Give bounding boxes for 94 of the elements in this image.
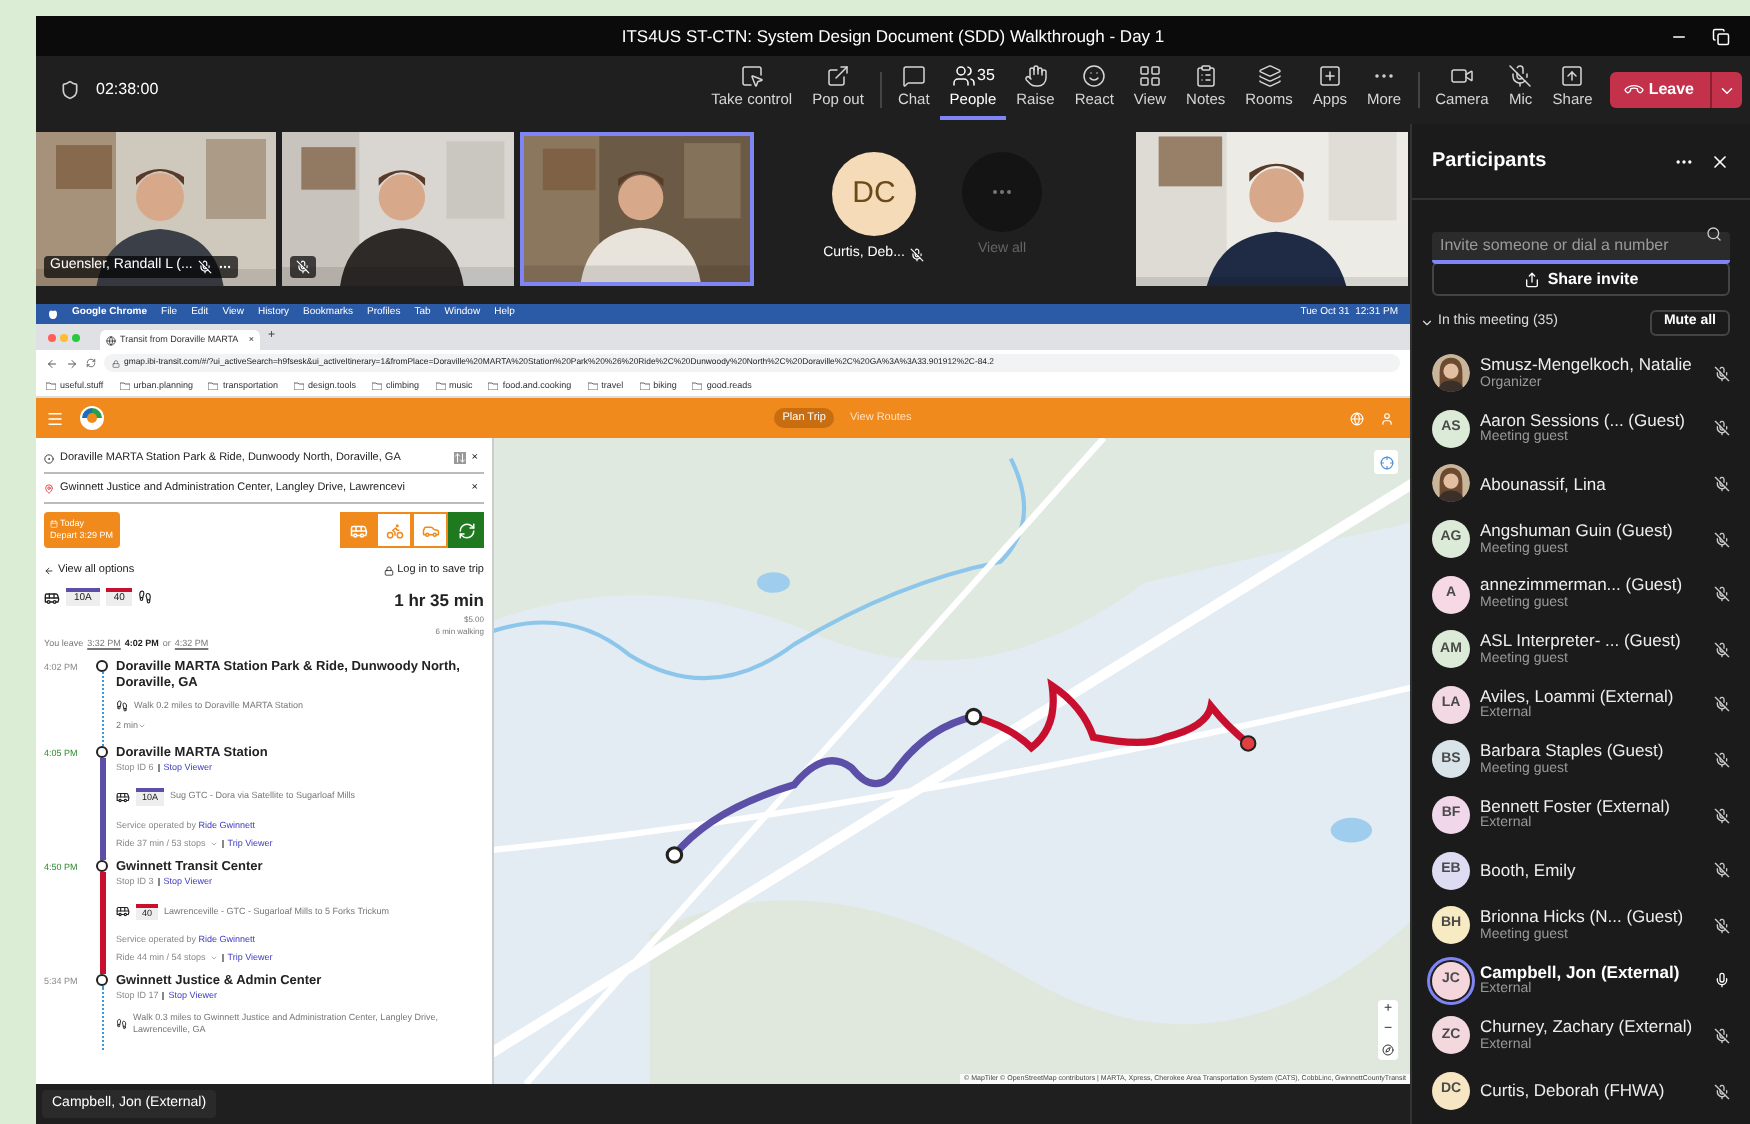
forward-icon[interactable] xyxy=(66,357,78,369)
folder-icon xyxy=(639,382,650,390)
participant-name: Abounassif, Lina xyxy=(1480,473,1608,495)
share-icon xyxy=(1523,271,1540,287)
bike-icon xyxy=(385,521,403,539)
back-icon[interactable] xyxy=(46,357,58,369)
reload-icon[interactable] xyxy=(86,358,96,368)
mode-button[interactable] xyxy=(412,512,448,548)
car-icon xyxy=(421,521,439,539)
participant-name: Churney, Zachary (External) xyxy=(1480,1016,1695,1037)
origin-icon xyxy=(44,453,54,463)
folder-icon xyxy=(372,382,383,390)
restore-icon[interactable] xyxy=(1712,27,1730,45)
camera-icon xyxy=(1449,64,1474,89)
menu-icon[interactable] xyxy=(46,409,64,427)
smiley-icon xyxy=(1082,64,1107,89)
caret-icon xyxy=(1420,316,1434,330)
walk-icon xyxy=(116,1018,128,1031)
window-title: ITS4US ST-CTN: System Design Document (SDD) Walkthrough - Day 1 xyxy=(619,23,1167,49)
locate-button[interactable] xyxy=(1374,450,1398,474)
folder-icon xyxy=(488,382,499,390)
pop-out-icon xyxy=(826,64,850,89)
bus-icon xyxy=(116,904,130,919)
logo-icon xyxy=(80,406,104,430)
participant-name: Smusz-Mengelkoch, Natalie xyxy=(1480,354,1694,375)
swap-icon[interactable] xyxy=(453,452,466,464)
participant-name: Curtis, Deborah (FHWA) xyxy=(1480,1080,1667,1102)
calendar-icon xyxy=(50,520,58,529)
participant-name: Brionna Hicks (N... (Guest) xyxy=(1480,906,1686,927)
clipboard-icon xyxy=(1193,64,1218,89)
shield-icon xyxy=(60,80,80,100)
participant-name: annezimmerman... (Guest) xyxy=(1480,574,1685,595)
stop-marker xyxy=(96,745,108,757)
leave-button[interactable]: Leave xyxy=(1610,72,1742,108)
plus-square-icon xyxy=(1317,64,1342,89)
globe-icon[interactable] xyxy=(1350,411,1364,425)
stop-marker xyxy=(96,973,108,986)
participant-name: Angshuman Guin (Guest) xyxy=(1480,519,1675,541)
layers-icon xyxy=(1257,64,1282,89)
walk-icon xyxy=(138,590,153,605)
lock-icon xyxy=(112,359,120,367)
participant-name: Aviles, Loammi (External) xyxy=(1480,685,1676,706)
grid-icon xyxy=(1137,64,1162,89)
folder-icon xyxy=(208,382,219,390)
compass-icon xyxy=(1382,1044,1394,1056)
logo-icon xyxy=(48,308,58,320)
trip-duration: 1 hr 35 min xyxy=(394,588,484,614)
participant-row[interactable]: Abounassif, Lina xyxy=(1432,456,1730,512)
search-field[interactable]: Invite someone or dial a number xyxy=(1432,231,1730,263)
close-icon[interactable] xyxy=(1710,151,1730,171)
stop-marker xyxy=(96,859,108,872)
folder-icon xyxy=(587,382,598,390)
avatar: DC xyxy=(832,152,916,236)
people-icon xyxy=(951,64,975,89)
lock-icon xyxy=(383,565,394,576)
user-icon[interactable] xyxy=(1380,411,1394,425)
folder-icon xyxy=(119,382,130,390)
folder-icon xyxy=(692,382,703,390)
participant-name: Booth, Emily xyxy=(1480,859,1578,881)
back-arrow-icon xyxy=(44,565,54,576)
panel-title: Participants xyxy=(1432,148,1549,176)
participant-name: Campbell, Jon (External) xyxy=(1480,961,1682,982)
meeting-timer: 02:38:00 xyxy=(96,78,159,102)
folder-icon xyxy=(435,382,446,390)
globe-icon xyxy=(106,335,116,345)
more-icon[interactable] xyxy=(218,260,233,274)
route-line xyxy=(101,985,103,1051)
transit-icon xyxy=(349,521,367,539)
hand-icon xyxy=(1023,64,1048,89)
mode-button[interactable] xyxy=(376,512,412,548)
mode-button[interactable] xyxy=(340,512,376,548)
participant-name: ASL Interpreter- ... (Guest) xyxy=(1480,630,1683,651)
share-invite-button[interactable]: Share invite xyxy=(1432,262,1730,296)
pointer-square-icon xyxy=(739,64,764,89)
refresh-button[interactable] xyxy=(448,512,484,548)
walk-icon xyxy=(116,700,128,713)
route-line xyxy=(101,671,103,745)
participant-name: Bennett Foster (External) xyxy=(1480,795,1672,816)
search-icon xyxy=(1706,226,1722,242)
chat-bubble-icon xyxy=(901,64,926,89)
mic-off-icon xyxy=(1508,64,1533,89)
stop-marker xyxy=(96,659,108,672)
share-screen-icon xyxy=(1560,64,1585,89)
bus-icon xyxy=(116,790,130,805)
locate-icon xyxy=(1379,455,1393,469)
participant-name: Aaron Sessions (... (Guest) xyxy=(1480,409,1688,430)
participant-name: Barbara Staples (Guest) xyxy=(1480,740,1666,761)
folder-icon xyxy=(46,382,56,390)
folder-icon xyxy=(294,382,304,390)
compass-button[interactable] xyxy=(1378,1040,1398,1060)
bus-icon xyxy=(44,589,60,606)
people-count: 35 xyxy=(977,64,995,89)
refresh-icon xyxy=(457,521,475,539)
destination-pin-icon xyxy=(44,483,54,493)
